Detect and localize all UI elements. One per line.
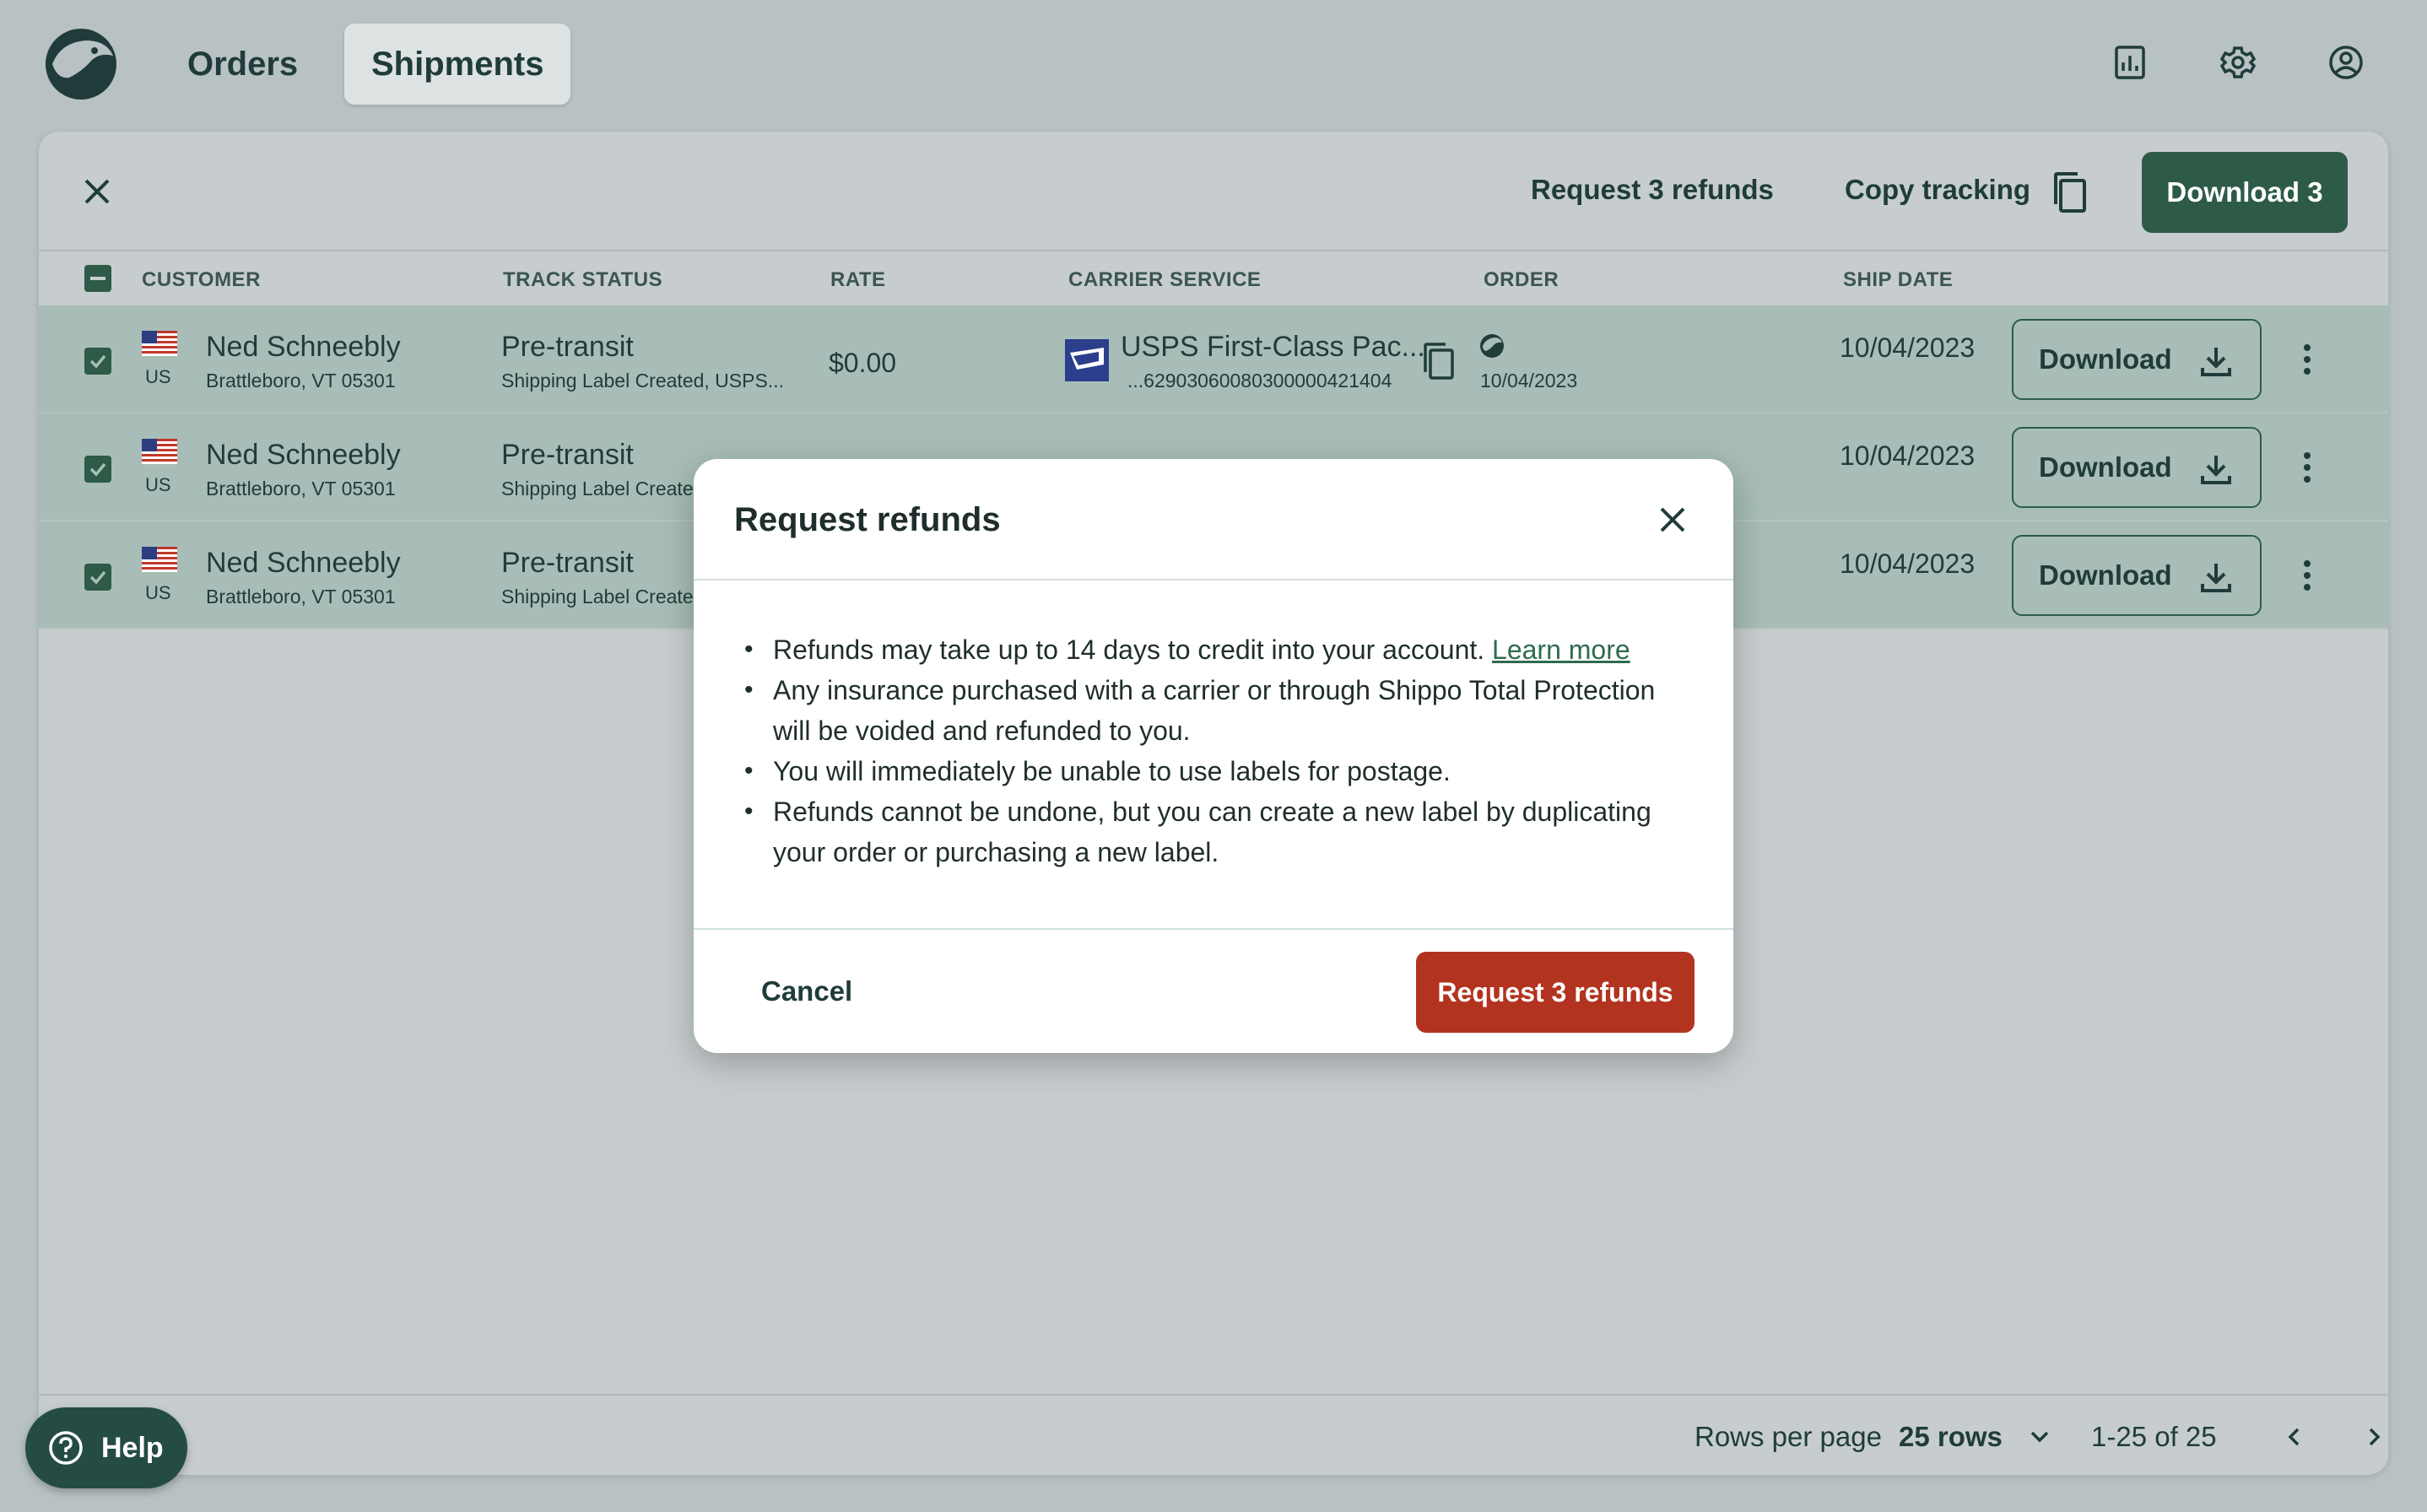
account-icon[interactable] [2321,37,2371,88]
select-all-checkbox[interactable] [84,265,111,292]
shippo-order-icon [1480,334,1504,358]
bulk-action-bar: Request 3 refunds Copy tracking Download… [39,132,2388,251]
chevron-left-icon[interactable] [2280,1423,2309,1451]
tab-shipments[interactable]: Shipments [344,24,571,105]
chevron-down-icon[interactable] [2025,1423,2054,1451]
country-code: US [145,582,171,603]
download-label: Download [2039,343,2172,375]
reports-icon[interactable] [2105,37,2155,88]
refund-info-item: Any insurance purchased with a carrier o… [734,670,1696,751]
column-order[interactable]: ORDER [1484,268,1559,292]
download-label: Download [2039,451,2172,483]
column-carrier-service[interactable]: CARRIER SERVICE [1068,268,1261,292]
table-row[interactable]: US Ned Schneebly Brattleboro, VT 05301 P… [39,305,2388,413]
order-date: 10/04/2023 [1480,370,1578,392]
help-button[interactable]: Help [25,1407,187,1488]
download-label-button[interactable]: Download [2012,535,2262,616]
more-options-icon[interactable] [2290,447,2324,488]
row-checkbox[interactable] [84,564,111,591]
modal-body: Refunds may take up to 14 days to credit… [734,629,1696,872]
column-track-status[interactable]: TRACK STATUS [503,268,662,292]
track-status: Pre-transit [501,547,634,579]
rate-value: $0.00 [829,348,897,378]
more-options-icon[interactable] [2290,555,2324,596]
column-ship-date[interactable]: SHIP DATE [1843,268,1953,292]
country-code: US [145,366,171,387]
copy-tracking-icon[interactable] [1419,341,1457,381]
track-status-detail: Shipping Label Create [501,478,694,500]
download-selected-button[interactable]: Download 3 [2142,152,2348,233]
customer-address: Brattleboro, VT 05301 [206,370,396,392]
modal-divider [694,928,1733,930]
modal-divider [694,579,1733,580]
row-checkbox[interactable] [84,348,111,375]
cancel-button[interactable]: Cancel [761,975,852,1007]
rows-per-page-label: Rows per page [1695,1421,1882,1452]
us-flag-icon [142,331,177,356]
gear-icon[interactable] [2213,37,2263,88]
top-nav: Orders Shipments [0,0,2427,127]
refund-info-text: Refunds may take up to 14 days to credit… [773,634,1485,665]
close-icon[interactable] [81,176,113,208]
refund-info-item: You will immediately be unable to use la… [734,751,1696,791]
us-flag-icon [142,439,177,464]
customer-address: Brattleboro, VT 05301 [206,586,396,608]
usps-logo-icon [1065,339,1109,381]
us-flag-icon [142,547,177,572]
help-label: Help [101,1431,164,1464]
download-label: Download [2039,559,2172,591]
ship-date: 10/04/2023 [1840,440,1976,471]
copy-icon[interactable] [2049,170,2089,214]
download-label-button[interactable]: Download [2012,427,2262,508]
download-icon [2201,564,2231,592]
pagination-bar: Rows per page 25 rows 1-25 of 25 [39,1394,2388,1475]
track-status-detail: Shipping Label Created, USPS... [501,370,784,392]
column-rate[interactable]: RATE [830,268,886,292]
customer-name: Ned Schneebly [206,439,401,471]
close-icon[interactable] [1656,503,1689,537]
ship-date: 10/04/2023 [1840,332,1976,363]
confirm-refunds-button[interactable]: Request 3 refunds [1416,952,1695,1033]
table-header: CUSTOMER TRACK STATUS RATE CARRIER SERVI… [39,251,2388,304]
row-checkbox[interactable] [84,456,111,483]
request-refunds-link[interactable]: Request 3 refunds [1531,174,1774,206]
pagination-range: 1-25 of 25 [2091,1421,2217,1452]
column-customer[interactable]: CUSTOMER [142,268,261,292]
track-status-detail: Shipping Label Create [501,586,694,608]
modal-title: Request refunds [734,501,1001,538]
copy-tracking-link[interactable]: Copy tracking [1845,174,2030,206]
download-label-button[interactable]: Download [2012,319,2262,400]
track-status: Pre-transit [501,331,634,363]
refund-info-item: Refunds may take up to 14 days to credit… [734,629,1696,670]
track-status: Pre-transit [501,439,634,471]
country-code: US [145,474,171,495]
carrier-service: USPS First-Class Pac... [1121,331,1425,363]
more-options-icon[interactable] [2290,339,2324,380]
chevron-right-icon[interactable] [2359,1423,2388,1451]
download-icon [2201,348,2231,376]
help-icon [49,1431,83,1465]
ship-date: 10/04/2023 [1840,548,1976,579]
shippo-logo-icon[interactable] [44,27,118,101]
request-refunds-modal: Request refunds Refunds may take up to 1… [694,459,1733,1053]
download-icon [2201,456,2231,484]
customer-address: Brattleboro, VT 05301 [206,478,396,500]
customer-name: Ned Schneebly [206,331,401,363]
tracking-number[interactable]: ...62903060080300000421404 [1127,370,1392,392]
refund-info-item: Refunds cannot be undone, but you can cr… [734,791,1696,872]
learn-more-link[interactable]: Learn more [1492,634,1630,665]
rows-per-page-select[interactable]: 25 rows [1899,1421,2003,1453]
customer-name: Ned Schneebly [206,547,401,579]
tab-orders[interactable]: Orders [160,24,325,105]
